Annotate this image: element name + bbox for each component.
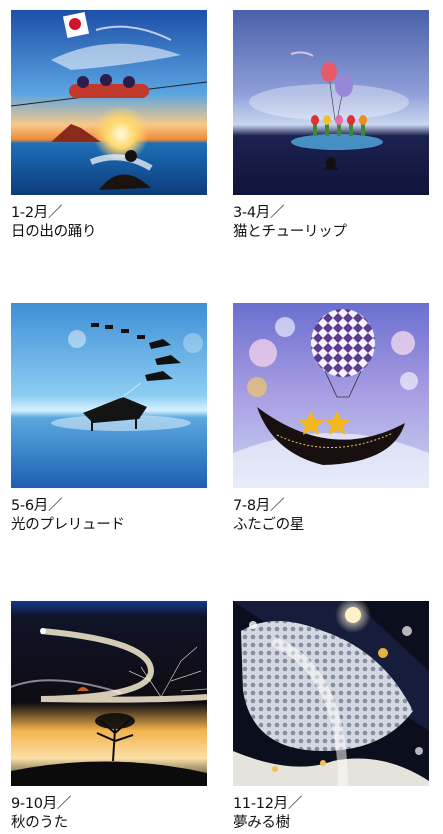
artwork-title: ふたごの星	[233, 517, 304, 533]
months-label: 11-12月／	[233, 796, 303, 812]
artwork-dreaming-tree	[233, 601, 429, 786]
artwork-cat-and-tulips	[233, 10, 429, 195]
months-label: 5-6月／	[11, 498, 63, 514]
artwork-prelude-of-light	[11, 303, 207, 488]
months-label: 3-4月／	[233, 205, 285, 221]
artwork-title: 秋のうた	[11, 815, 68, 831]
months-label: 1-2月／	[11, 205, 63, 221]
months-label: 9-10月／	[11, 796, 72, 812]
months-label: 7-8月／	[233, 498, 285, 514]
artwork-twin-stars	[233, 303, 429, 488]
artwork-title: 光のプレリュード	[11, 517, 125, 533]
artwork-sunrise-dance	[11, 10, 207, 195]
artwork-title: 日の出の踊り	[11, 224, 97, 240]
artwork-title: 夢みる樹	[233, 815, 290, 831]
artwork-autumn-song	[11, 601, 207, 786]
artwork-title: 猫とチューリップ	[233, 224, 347, 240]
